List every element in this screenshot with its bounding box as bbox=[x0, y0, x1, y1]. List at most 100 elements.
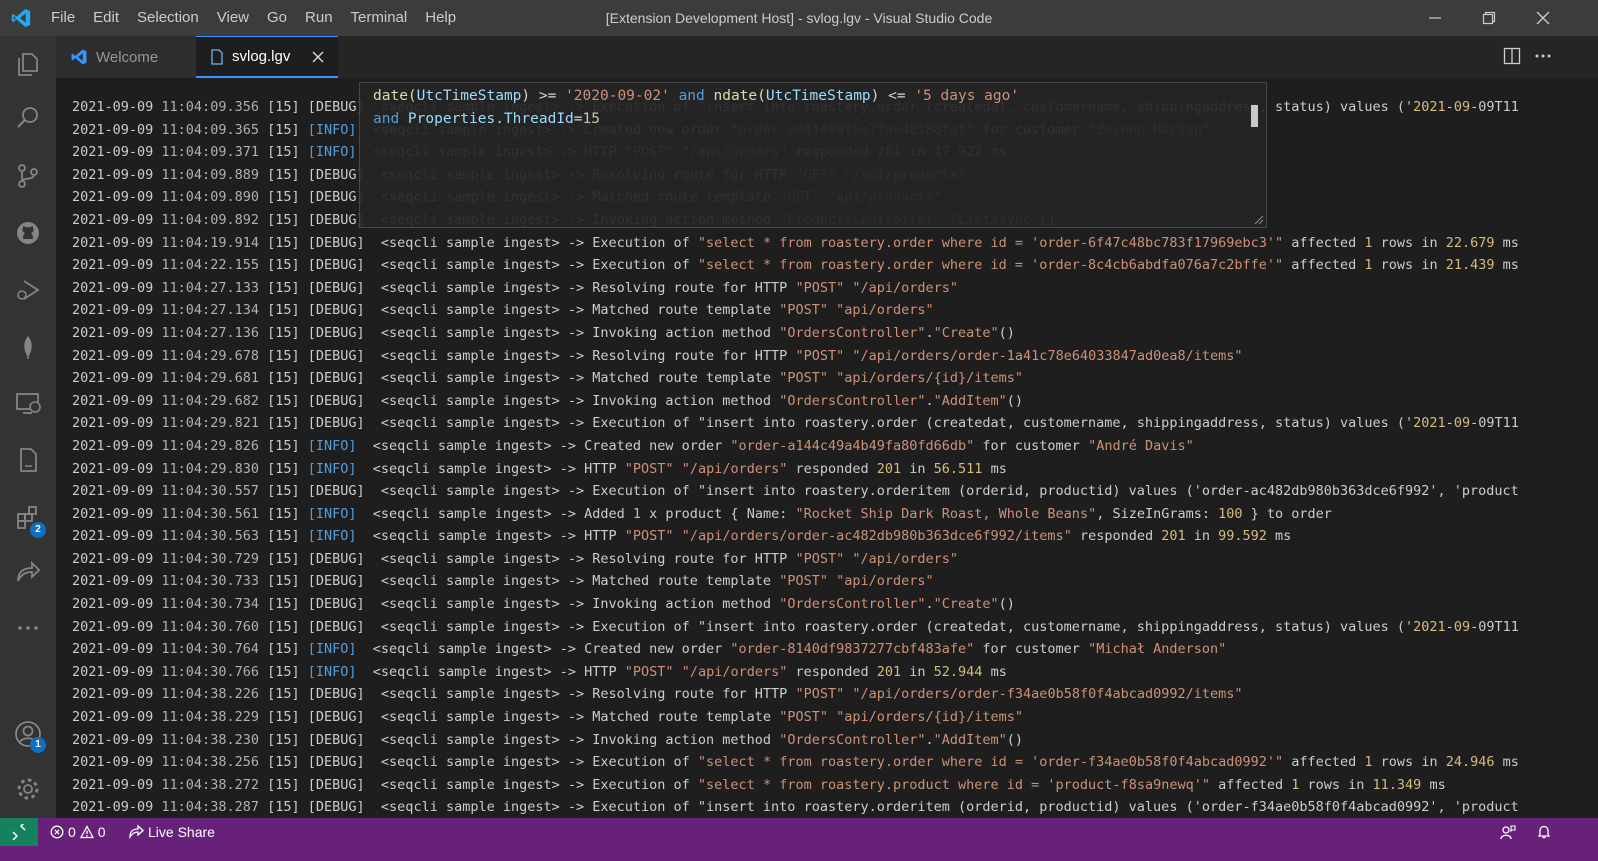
string-token: "/api/orders/order-f34ae0b58f0f4abcad099… bbox=[852, 686, 1243, 703]
log-message: <seqcli sample ingest> -> HTTP "POST" "/… bbox=[356, 663, 1007, 680]
filter-query-text[interactable]: date(UtcTimeStamp) >= '2020-09-02' and n… bbox=[373, 85, 1019, 130]
string-token: "order-a144c49a4b49fa80fd66db" bbox=[730, 437, 975, 454]
string-token: "AddItem" bbox=[933, 731, 1007, 748]
close-tab-icon[interactable] bbox=[312, 51, 324, 63]
menu-go[interactable]: Go bbox=[258, 0, 296, 36]
run-debug-button[interactable] bbox=[0, 266, 56, 314]
menu-file[interactable]: File bbox=[42, 0, 84, 36]
more-button[interactable] bbox=[0, 604, 56, 652]
string-token: "/api/orders" bbox=[852, 550, 959, 567]
log-line: 2021-09-09 11:04:27.134 [15] [DEBUG] <se… bbox=[72, 299, 1519, 322]
log-level: [DEBUG] bbox=[307, 234, 365, 251]
query-token: and bbox=[373, 110, 408, 127]
log-time: 11:04:30.766 bbox=[161, 663, 259, 680]
filter-query-box[interactable]: date(UtcTimeStamp) >= '2020-09-02' and n… bbox=[359, 82, 1267, 228]
log-date: 2021-09-09 bbox=[72, 709, 154, 726]
menu-view[interactable]: View bbox=[208, 0, 258, 36]
log-time: 11:04:27.133 bbox=[161, 279, 259, 296]
remote-explorer-button[interactable] bbox=[0, 379, 56, 427]
query-token: UtcTimeStamp bbox=[416, 88, 522, 104]
remote-indicator[interactable] bbox=[0, 818, 38, 846]
log-message: <seqcli sample ingest> -> Execution of "… bbox=[364, 799, 1519, 816]
vscode-small-icon bbox=[71, 49, 87, 65]
log-time: 11:04:09.365 bbox=[161, 121, 259, 138]
manage-button[interactable] bbox=[0, 765, 56, 813]
log-thread: [15] bbox=[267, 731, 300, 748]
log-message: <seqcli sample ingest> -> Execution of "… bbox=[364, 776, 1446, 793]
menu-help[interactable]: Help bbox=[416, 0, 465, 36]
resize-grip-icon[interactable] bbox=[1254, 215, 1264, 225]
editor-scrollbar[interactable] bbox=[1584, 78, 1598, 818]
log-date: 2021-09-09 bbox=[72, 641, 154, 658]
tab-welcome[interactable]: Welcome bbox=[56, 36, 196, 78]
mongodb-button[interactable] bbox=[0, 323, 56, 371]
menu-run[interactable]: Run bbox=[296, 0, 342, 36]
activity-bar: 2 1 bbox=[0, 36, 56, 818]
source-control-button[interactable] bbox=[0, 152, 56, 200]
log-time: 11:04:22.155 bbox=[161, 257, 259, 274]
string-token: "POST" bbox=[779, 302, 828, 319]
split-editor-button[interactable] bbox=[1503, 47, 1521, 70]
menu-selection[interactable]: Selection bbox=[128, 0, 208, 36]
log-thread: [15] bbox=[267, 528, 300, 545]
minimize-button[interactable] bbox=[1408, 0, 1462, 36]
number-token: 1 bbox=[1364, 754, 1373, 771]
number-token: 24.946 bbox=[1445, 754, 1495, 771]
live-share-status[interactable]: Live Share bbox=[128, 818, 215, 846]
number-token: 100 bbox=[1218, 505, 1243, 522]
query-token: '5 days ago' bbox=[914, 88, 1020, 104]
log-level: [INFO] bbox=[307, 528, 357, 545]
document-icon bbox=[20, 448, 37, 472]
query-token: date( bbox=[373, 88, 417, 104]
log-date: 2021-09-09 bbox=[72, 550, 154, 567]
extensions-button[interactable]: 2 bbox=[0, 494, 56, 542]
live-share-button[interactable] bbox=[0, 549, 56, 597]
log-level: [INFO] bbox=[307, 144, 357, 161]
query-token: ) <= bbox=[870, 88, 915, 104]
log-date: 2021-09-09 bbox=[72, 324, 154, 341]
log-date: 2021-09-09 bbox=[72, 234, 154, 251]
filter-scrollbar-thumb[interactable] bbox=[1251, 105, 1258, 127]
gear-icon bbox=[17, 778, 39, 800]
number-token: 2021 bbox=[1413, 99, 1446, 115]
log-thread: [15] bbox=[267, 234, 300, 251]
log-time: 11:04:27.134 bbox=[161, 302, 259, 319]
remote-icon bbox=[12, 824, 26, 840]
log-thread: [15] bbox=[267, 211, 300, 228]
menu-edit[interactable]: Edit bbox=[84, 0, 128, 36]
number-token: 11.349 bbox=[1372, 776, 1422, 793]
restore-button[interactable] bbox=[1462, 0, 1516, 36]
log-line: 2021-09-09 11:04:38.256 [15] [DEBUG] <se… bbox=[72, 751, 1519, 774]
log-message: <seqcli sample ingest> -> Execution of "… bbox=[364, 754, 1519, 771]
log-line: 2021-09-09 11:04:38.226 [15] [DEBUG] <se… bbox=[72, 683, 1519, 706]
log-date: 2021-09-09 bbox=[72, 528, 154, 545]
log-time: 11:04:30.760 bbox=[161, 618, 259, 635]
more-actions-button[interactable] bbox=[1534, 47, 1552, 70]
accounts-button[interactable]: 1 bbox=[0, 710, 56, 758]
problems-indicator[interactable]: 0 0 bbox=[50, 818, 106, 846]
log-time: 11:04:09.356 bbox=[161, 99, 259, 115]
log-message: <seqcli sample ingest> -> Execution of "… bbox=[364, 618, 1519, 635]
log-level: [DEBUG] bbox=[307, 279, 365, 296]
log-message: <seqcli sample ingest> -> Resolving rout… bbox=[364, 347, 1243, 364]
log-line: 2021-09-09 11:04:27.136 [15] [DEBUG] <se… bbox=[72, 322, 1519, 345]
log-time: 11:04:30.764 bbox=[161, 641, 259, 658]
menu-terminal[interactable]: Terminal bbox=[342, 0, 417, 36]
string-token: "POST" bbox=[624, 528, 674, 545]
notifications-button[interactable] bbox=[1536, 818, 1552, 846]
string-token: "Create" bbox=[933, 596, 999, 613]
close-window-button[interactable] bbox=[1516, 0, 1570, 36]
number-token: 1 bbox=[1364, 234, 1373, 251]
log-level: [DEBUG] bbox=[307, 324, 365, 341]
log-thread: [15] bbox=[267, 437, 300, 454]
feedback-button[interactable] bbox=[1500, 818, 1516, 846]
string-token: "POST" bbox=[795, 550, 845, 567]
github-button[interactable] bbox=[0, 209, 56, 257]
log-level: [DEBUG] bbox=[307, 550, 365, 567]
tab-svlog[interactable]: svlog.lgv bbox=[196, 36, 338, 78]
query-token: 15 bbox=[582, 110, 600, 127]
document-button[interactable] bbox=[0, 436, 56, 484]
log-time: 11:04:30.561 bbox=[161, 505, 259, 522]
explorer-button[interactable] bbox=[0, 40, 56, 88]
search-button[interactable] bbox=[0, 94, 56, 142]
